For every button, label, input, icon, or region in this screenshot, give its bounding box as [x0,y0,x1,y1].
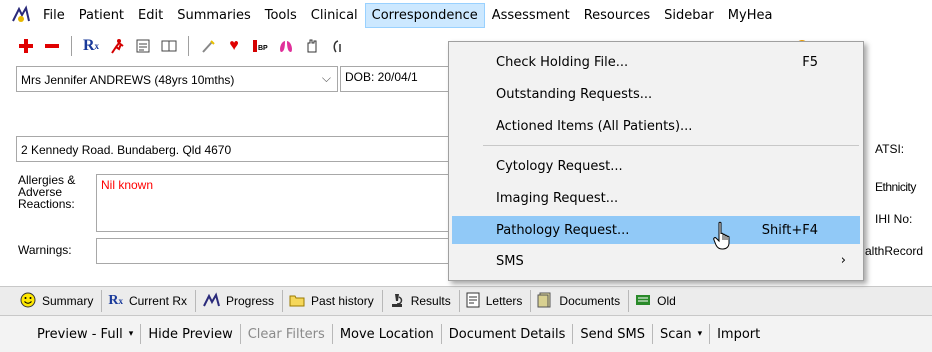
menu-correspondence[interactable]: Correspondence [364,2,485,28]
menu-clinical[interactable]: Clinical [304,3,365,28]
dob-field: DOB: 20/04/1 [340,66,452,92]
needle-icon[interactable] [196,35,220,57]
move-location-button[interactable]: Move Location [331,324,441,344]
menu-item-pathology-request[interactable]: Pathology Request... Shift+F4 [452,216,860,244]
foot-icon[interactable] [326,35,350,57]
form-icon[interactable] [131,35,155,57]
microscope-icon [389,292,405,311]
shortcut-label: F5 [802,55,818,70]
heart-icon[interactable]: ♥ [222,35,246,57]
menu-item-sms[interactable]: SMS › [452,248,860,274]
ethnicity-label: Ethnicity [875,180,916,194]
import-button[interactable]: Import [709,324,767,344]
menu-summaries[interactable]: Summaries [170,3,258,28]
tab-label: Current Rx [128,294,187,308]
chevron-down-icon: ▾ [697,329,703,339]
lungs-icon[interactable] [274,35,298,57]
running-figure-icon[interactable] [105,35,129,57]
shortcut-label: Shift+F4 [761,223,818,238]
tab-label: Past history [311,294,374,308]
rx-icon: Rx [108,293,123,308]
tab-label: Progress [225,294,275,308]
tab-label: Results [410,294,451,308]
menu-myhealth[interactable]: MyHea [721,3,780,28]
warnings-label: Warnings: [18,243,72,257]
old-icon [635,293,651,310]
chevron-down-icon: ▾ [128,329,134,339]
menu-separator [483,145,859,146]
ihi-label: IHI No: [875,212,913,226]
scan-button[interactable]: Scan ▾ [651,324,709,344]
letter-icon [466,292,480,311]
toolbar-separator [71,36,72,56]
menu-tools[interactable]: Tools [258,3,304,28]
progress-icon [202,291,220,311]
menu-resources[interactable]: Resources [577,3,657,28]
prescription-icon[interactable]: Rx [79,35,103,57]
allergies-label: Allergies & Adverse Reactions: [18,173,76,211]
menu-item-cytology-request[interactable]: Cytology Request... [452,153,860,179]
menu-item-check-holding-file[interactable]: Check Holding File... F5 [452,49,860,75]
svg-text:BP: BP [258,45,268,52]
clear-filters-button[interactable]: Clear Filters [239,324,332,344]
toolbar-separator [188,36,189,56]
record-tabs: Summary Rx Current Rx Progress Past hist… [0,286,932,316]
tab-label: Old [657,294,676,308]
tab-label: Letters [485,294,523,308]
correspondence-menu: Check Holding File... F5 Outstanding Req… [448,41,864,281]
tab-old[interactable]: Old [629,290,684,312]
chevron-right-icon: › [840,253,846,268]
menu-patient[interactable]: Patient [72,3,131,28]
patient-name: Mrs Jennifer ANDREWS (48yrs 10mths) [21,73,235,87]
atsi-label: ATSI: [875,142,905,156]
allergies-field[interactable]: Nil known [96,174,456,232]
tab-documents[interactable]: Documents [531,290,630,312]
menu-item-imaging-request[interactable]: Imaging Request... [452,185,860,211]
menu-item-actioned-items[interactable]: Actioned Items (All Patients)... [452,113,860,139]
book-icon[interactable] [157,35,181,57]
remove-icon[interactable] [40,35,64,57]
menu-assessment[interactable]: Assessment [485,3,577,28]
hand-icon[interactable] [300,35,324,57]
menu-edit[interactable]: Edit [131,3,170,28]
documents-icon [537,292,553,311]
tab-label: Summary [42,294,94,308]
document-actions-bar: Preview - Full ▾ Hide Preview Clear Filt… [0,316,932,352]
send-sms-button[interactable]: Send SMS [572,324,652,344]
blood-pressure-icon[interactable]: BP [248,35,272,57]
chevron-down-icon[interactable]: ⌵ [322,71,331,86]
tab-progress[interactable]: Progress [196,290,284,312]
tab-label: Documents [559,294,621,308]
app-logo-icon[interactable] [10,4,32,26]
patient-select[interactable]: Mrs Jennifer ANDREWS (48yrs 10mths) ⌵ [16,66,338,92]
health-record-label: althRecord [865,244,924,258]
document-details-button[interactable]: Document Details [440,324,573,344]
menu-bar: File Patient Edit Summaries Tools Clinic… [0,0,932,30]
tab-letters[interactable]: Letters [460,290,532,312]
tab-past-history[interactable]: Past history [283,290,383,312]
menu-file[interactable]: File [36,3,72,28]
address-field: 2 Kennedy Road. Bundaberg. Qld 4670 [16,136,456,162]
add-icon[interactable] [14,35,38,57]
hide-preview-button[interactable]: Hide Preview [140,324,239,344]
patient-side-panel: ATSI: Ethnicity IHI No: althRecord [862,132,932,272]
smiley-icon [20,292,36,311]
tab-current-rx[interactable]: Rx Current Rx [102,290,196,312]
folder-icon [289,293,305,310]
hand-cursor-icon [713,221,730,250]
tab-results[interactable]: Results [383,290,460,312]
warnings-field[interactable] [96,238,456,264]
preview-full-button[interactable]: Preview - Full ▾ [30,324,140,344]
menu-item-outstanding-requests[interactable]: Outstanding Requests... [452,81,860,107]
menu-sidebar[interactable]: Sidebar [657,3,721,28]
tab-summary[interactable]: Summary [14,290,103,312]
